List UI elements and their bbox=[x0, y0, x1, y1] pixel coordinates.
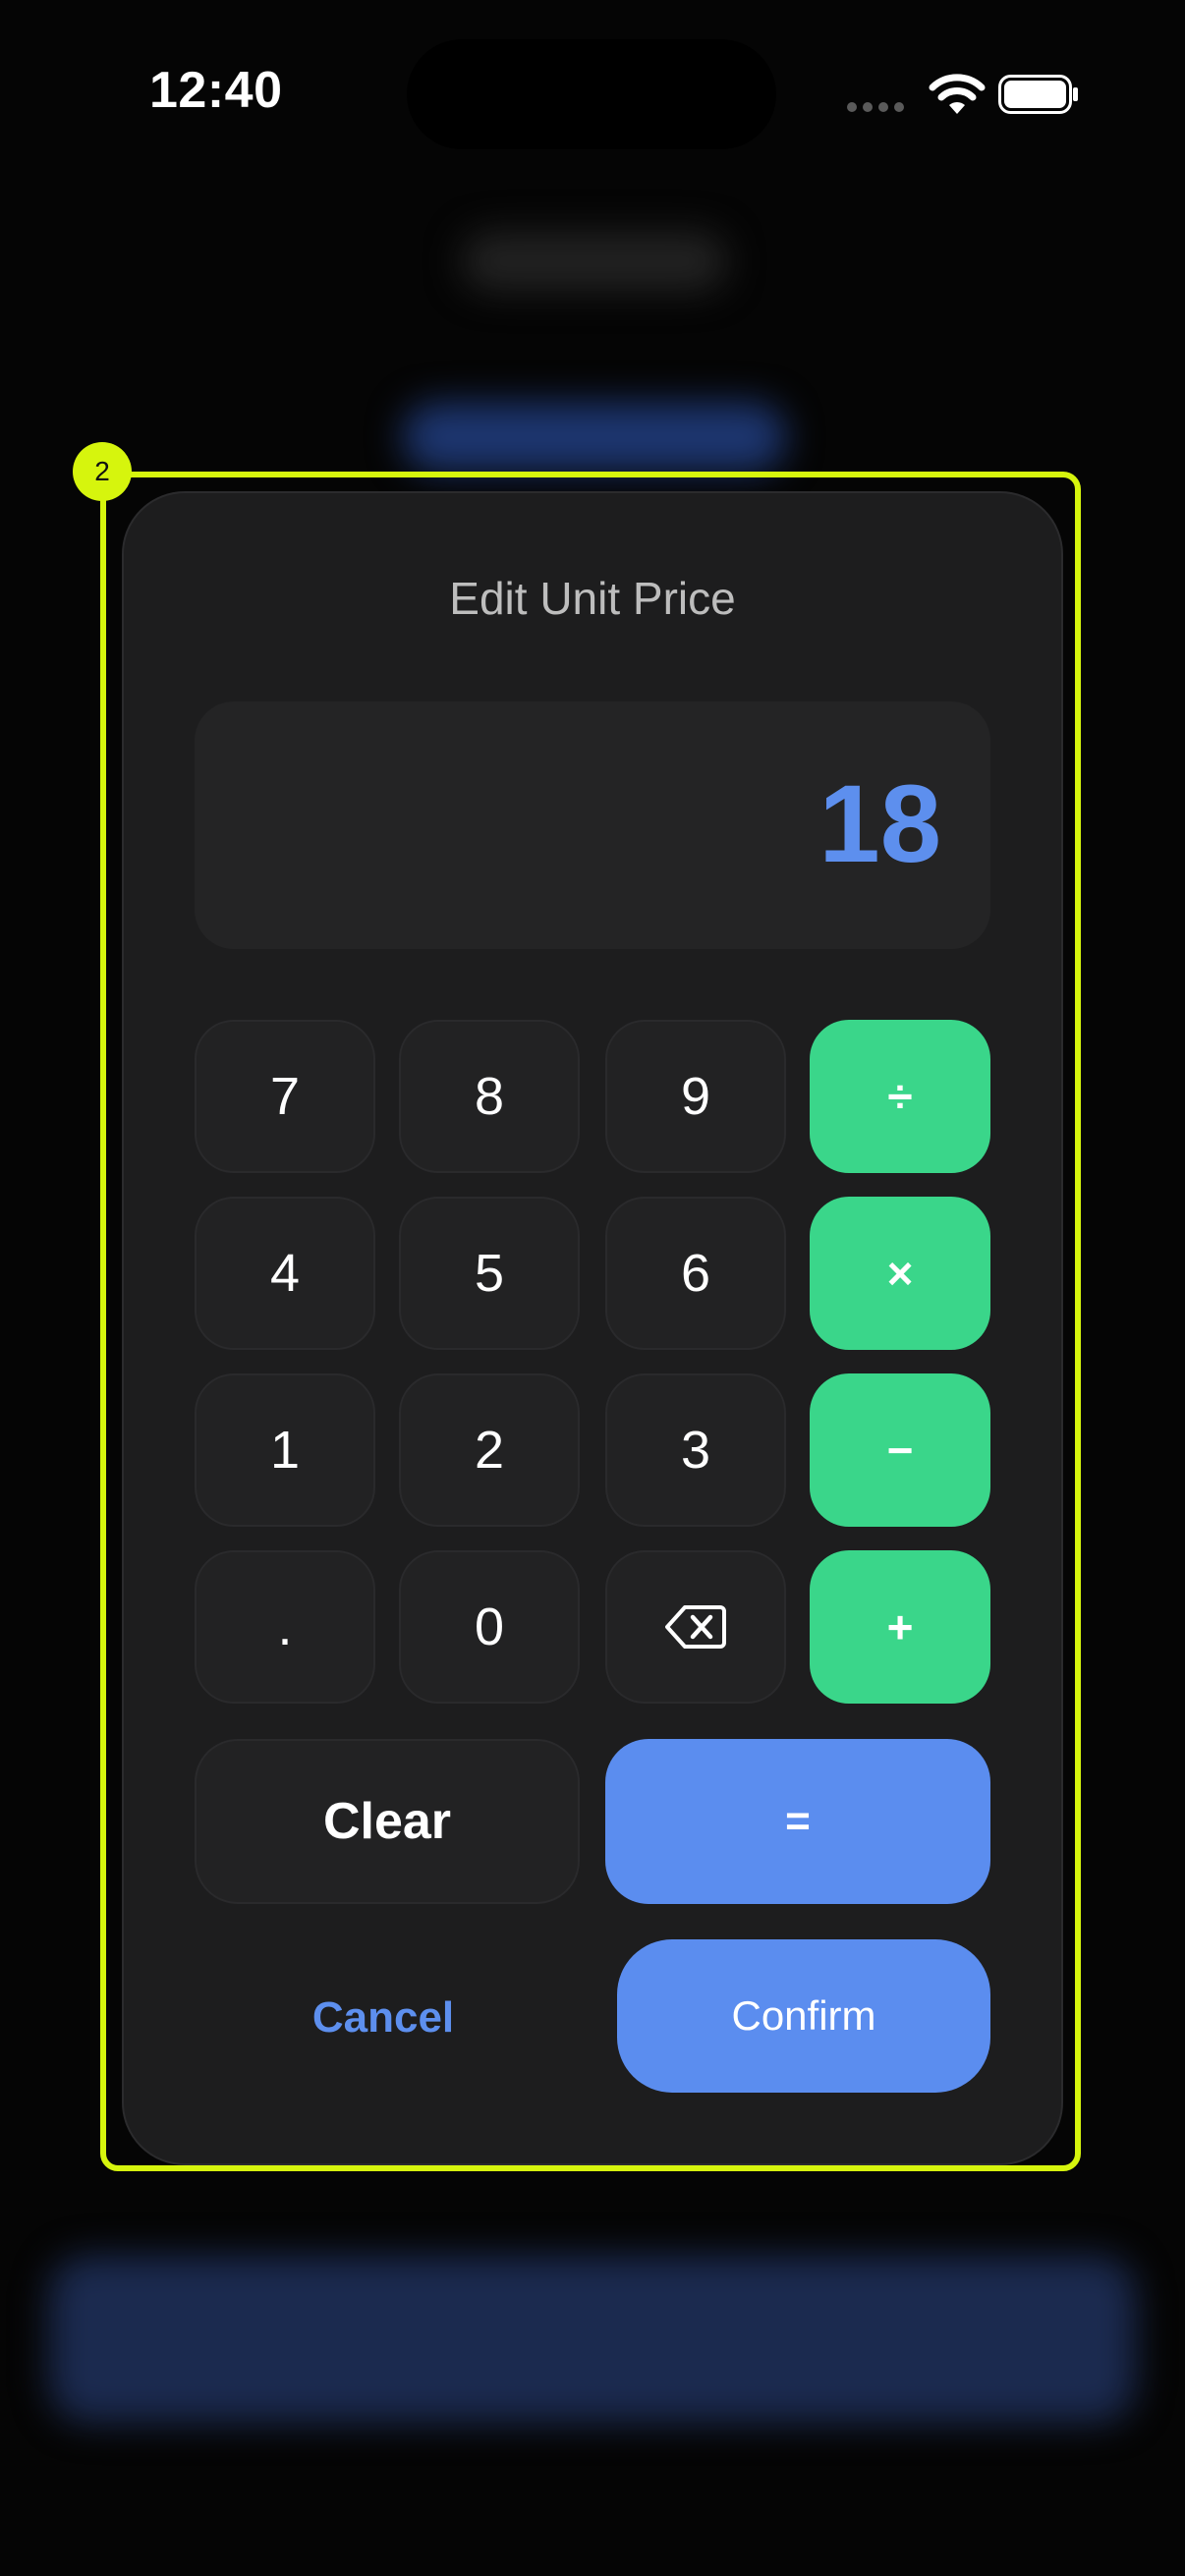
battery-icon bbox=[998, 75, 1078, 114]
background-button-blur bbox=[49, 2256, 1136, 2423]
status-time: 12:40 bbox=[149, 62, 283, 119]
background-tab-blur bbox=[403, 403, 786, 472]
selection-badge: 2 bbox=[73, 442, 132, 501]
selection-outline bbox=[100, 472, 1081, 2171]
background-header-blur bbox=[462, 232, 727, 291]
cellular-signal-icon bbox=[847, 102, 904, 112]
wifi-icon bbox=[929, 74, 986, 114]
dynamic-island bbox=[407, 39, 776, 149]
